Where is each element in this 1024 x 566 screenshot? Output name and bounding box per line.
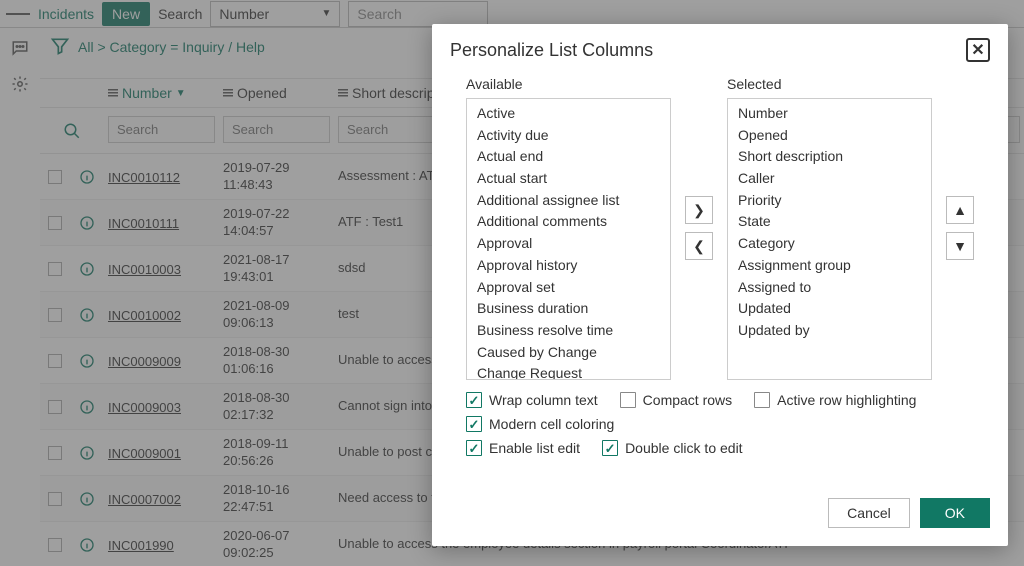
list-item[interactable]: Business resolve time bbox=[477, 320, 660, 342]
list-item[interactable]: Category bbox=[738, 233, 921, 255]
list-item[interactable]: Caused by Change bbox=[477, 342, 660, 364]
double-click-edit-checkbox[interactable]: Double click to edit bbox=[602, 440, 743, 456]
list-item[interactable]: Number bbox=[738, 103, 921, 125]
list-item[interactable]: Additional comments bbox=[477, 211, 660, 233]
available-listbox[interactable]: ActiveActivity dueActual endActual start… bbox=[466, 98, 671, 380]
ok-button[interactable]: OK bbox=[920, 498, 990, 528]
selected-listbox[interactable]: NumberOpenedShort descriptionCallerPrior… bbox=[727, 98, 932, 380]
list-item[interactable]: Short description bbox=[738, 146, 921, 168]
list-item[interactable]: Actual start bbox=[477, 168, 660, 190]
move-buttons: ❯ ❮ bbox=[685, 76, 713, 380]
list-item[interactable]: Change Request bbox=[477, 363, 660, 380]
list-item[interactable]: Business duration bbox=[477, 298, 660, 320]
active-row-highlighting-checkbox[interactable]: Active row highlighting bbox=[754, 392, 916, 408]
cancel-button[interactable]: Cancel bbox=[828, 498, 910, 528]
list-item[interactable]: Activity due bbox=[477, 125, 660, 147]
list-item[interactable]: Active bbox=[477, 103, 660, 125]
list-item[interactable]: Priority bbox=[738, 190, 921, 212]
list-item[interactable]: Approval bbox=[477, 233, 660, 255]
compact-rows-checkbox[interactable]: Compact rows bbox=[620, 392, 732, 408]
selected-label: Selected bbox=[727, 76, 932, 92]
list-item[interactable]: Caller bbox=[738, 168, 921, 190]
selected-panel: Selected NumberOpenedShort descriptionCa… bbox=[727, 76, 932, 380]
move-up-button[interactable]: ▲ bbox=[946, 196, 974, 224]
available-panel: Available ActiveActivity dueActual endAc… bbox=[466, 76, 671, 380]
list-item[interactable]: Updated bbox=[738, 298, 921, 320]
modern-cell-coloring-checkbox[interactable]: Modern cell coloring bbox=[466, 416, 614, 432]
move-down-button[interactable]: ▼ bbox=[946, 232, 974, 260]
list-item[interactable]: Opened bbox=[738, 125, 921, 147]
available-label: Available bbox=[466, 76, 671, 92]
close-icon[interactable]: ✕ bbox=[966, 38, 990, 62]
reorder-buttons: ▲ ▼ bbox=[946, 76, 974, 380]
list-item[interactable]: Actual end bbox=[477, 146, 660, 168]
move-right-button[interactable]: ❯ bbox=[685, 196, 713, 224]
options: Wrap column text Compact rows Active row… bbox=[466, 392, 974, 456]
personalize-columns-modal: Personalize List Columns ✕ Available Act… bbox=[432, 24, 1008, 546]
list-item[interactable]: Additional assignee list bbox=[477, 190, 660, 212]
move-left-button[interactable]: ❮ bbox=[685, 232, 713, 260]
wrap-column-text-checkbox[interactable]: Wrap column text bbox=[466, 392, 598, 408]
list-item[interactable]: Assigned to bbox=[738, 277, 921, 299]
enable-list-edit-checkbox[interactable]: Enable list edit bbox=[466, 440, 580, 456]
list-item[interactable]: Approval set bbox=[477, 277, 660, 299]
list-item[interactable]: Assignment group bbox=[738, 255, 921, 277]
list-item[interactable]: Updated by bbox=[738, 320, 921, 342]
modal-title: Personalize List Columns bbox=[450, 40, 653, 61]
list-item[interactable]: State bbox=[738, 211, 921, 233]
list-item[interactable]: Approval history bbox=[477, 255, 660, 277]
